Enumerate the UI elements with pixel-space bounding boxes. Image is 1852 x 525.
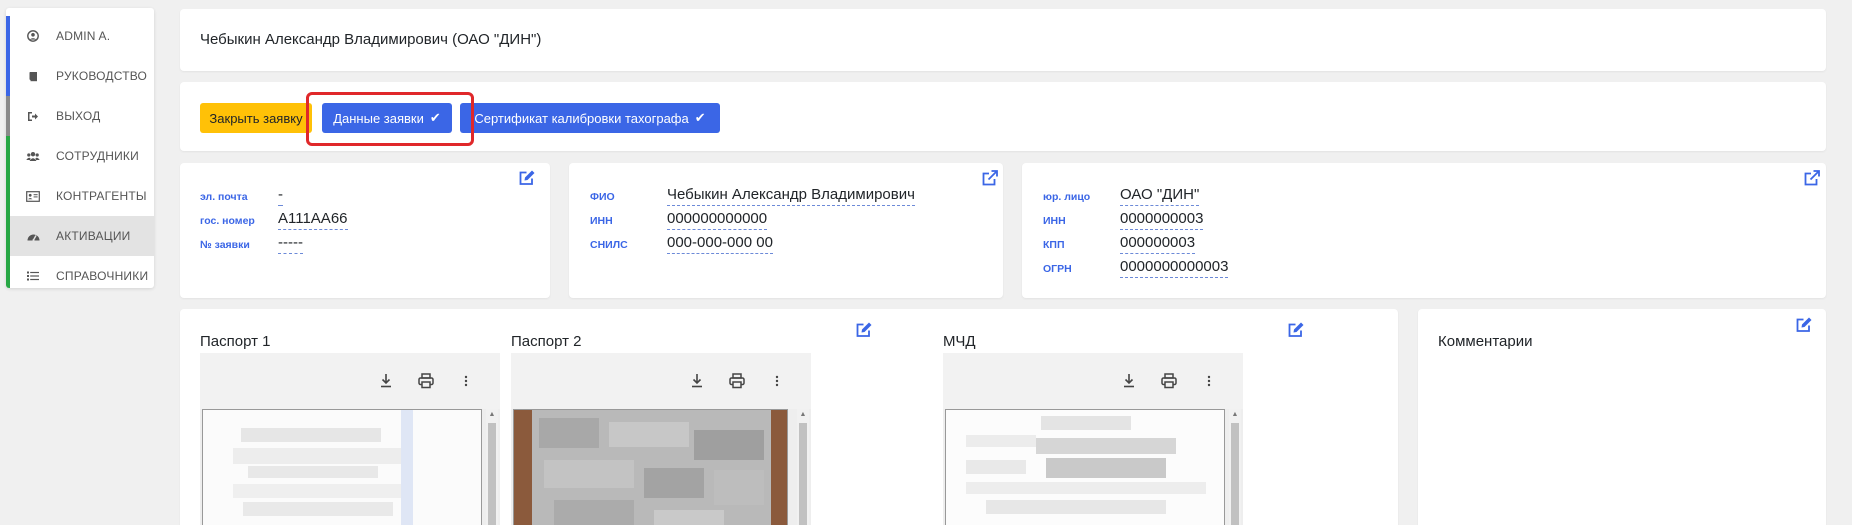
viewer-toolbar [943, 353, 1243, 409]
dashboard-icon [26, 229, 40, 243]
viewer-toolbar [200, 353, 500, 409]
external-link-icon[interactable] [981, 169, 999, 187]
highlight-box [306, 92, 474, 146]
edit-icon[interactable] [518, 169, 536, 187]
sidebar-item-contractors[interactable]: КОНТРАГЕНТЫ [6, 176, 154, 216]
close-request-button[interactable]: Закрыть заявку [200, 103, 312, 133]
snils-label: СНИЛС [590, 239, 628, 251]
book-icon [26, 69, 40, 83]
inn-label: ИНН [590, 215, 613, 227]
passport2-viewer[interactable]: ▲ [511, 353, 811, 525]
edit-icon[interactable] [855, 321, 873, 339]
scroll-up-icon[interactable]: ▲ [797, 409, 809, 421]
sidebar-item-label: РУКОВОДСТВО [56, 69, 148, 83]
request-number-value[interactable]: ----- [278, 234, 303, 254]
sidebar-stripe [6, 56, 10, 96]
sidebar-item-label: ВЫХОД [56, 109, 101, 123]
page-title: Чебыкин Александр Владимирович (ОАО "ДИН… [200, 31, 542, 48]
snils-value[interactable]: 000-000-000 00 [667, 234, 773, 254]
inn-value[interactable]: 000000000000 [667, 210, 768, 230]
print-icon[interactable] [1160, 372, 1178, 390]
passport2-title: Паспорт 2 [511, 333, 582, 350]
sidebar-item-label: ADMIN A. [56, 29, 111, 43]
passport1-viewer[interactable]: ▲ [200, 353, 500, 525]
passport1-page [202, 409, 482, 525]
fio-label: ФИО [590, 191, 615, 203]
sidebar-item-references[interactable]: СПРАВОЧНИКИ [6, 256, 154, 288]
header-card: Чебыкин Александр Владимирович (ОАО "ДИН… [180, 9, 1826, 71]
sidebar-item-guide[interactable]: РУКОВОДСТВО [6, 56, 154, 96]
scrollbar-thumb[interactable] [488, 423, 496, 525]
legal-entity-value[interactable]: ОАО "ДИН" [1120, 186, 1200, 206]
company-inn-value[interactable]: 0000000003 [1120, 210, 1204, 230]
download-icon[interactable] [377, 372, 395, 390]
sidebar-item-activations[interactable]: АКТИВАЦИИ [6, 216, 154, 256]
sidebar-item-employees[interactable]: СОТРУДНИКИ [6, 136, 154, 176]
blurred-document-image [946, 410, 1224, 525]
sidebar-item-label: СПРАВОЧНИКИ [56, 269, 149, 283]
mchd-viewer[interactable]: ▲ [943, 353, 1243, 525]
ogrn-value[interactable]: 0000000000003 [1120, 258, 1229, 278]
fio-value[interactable]: Чебыкин Александр Владимирович [667, 186, 915, 206]
download-icon[interactable] [1120, 372, 1138, 390]
more-icon[interactable] [768, 372, 786, 390]
blurred-document-image [203, 410, 481, 525]
sidebar-item-admin[interactable]: ADMIN A. [6, 16, 154, 56]
comments-title: Комментарии [1438, 333, 1533, 350]
user-circle-icon [26, 29, 40, 43]
scrollbar[interactable]: ▲ [1229, 409, 1241, 525]
certificate-button[interactable]: Сертификат калибровки тахографа ✔ [460, 103, 720, 133]
mchd-page [945, 409, 1225, 525]
external-link-icon[interactable] [1803, 169, 1821, 187]
list-icon [26, 269, 40, 283]
sidebar-stripe [6, 16, 10, 56]
viewer-toolbar [511, 353, 811, 409]
legal-entity-label: юр. лицо [1043, 191, 1091, 203]
scrollbar[interactable]: ▲ [797, 409, 809, 525]
check-icon: ✔ [694, 110, 706, 125]
sidebar-stripe [6, 256, 10, 288]
plate-label: гос. номер [200, 215, 255, 227]
certificate-label: Сертификат калибровки тахографа [474, 110, 689, 126]
scroll-up-icon[interactable]: ▲ [1229, 409, 1241, 421]
person-card [569, 163, 1003, 298]
print-icon[interactable] [728, 372, 746, 390]
kpp-value[interactable]: 000000003 [1120, 234, 1196, 254]
sidebar-item-label: СОТРУДНИКИ [56, 149, 139, 163]
scrollbar[interactable]: ▲ [486, 409, 498, 525]
sidebar-item-label: АКТИВАЦИИ [56, 229, 131, 243]
download-icon[interactable] [688, 372, 706, 390]
id-card-icon [26, 189, 40, 203]
passport2-page [513, 409, 788, 525]
sidebar: ADMIN A. РУКОВОДСТВО ВЫХОД СОТРУДНИКИ КО… [6, 8, 154, 288]
sign-out-icon [26, 109, 40, 123]
print-icon[interactable] [417, 372, 435, 390]
sidebar-item-exit[interactable]: ВЫХОД [6, 96, 154, 136]
more-icon[interactable] [457, 372, 475, 390]
request-info-card [180, 163, 550, 298]
ogrn-label: ОГРН [1043, 263, 1072, 275]
scrollbar-thumb[interactable] [799, 423, 807, 525]
request-number-label: № заявки [200, 239, 250, 251]
sidebar-stripe [6, 136, 10, 176]
plate-value[interactable]: А111АА66 [278, 210, 348, 230]
kpp-label: КПП [1043, 239, 1065, 251]
close-request-label: Закрыть заявку [209, 110, 303, 126]
sidebar-stripe [6, 176, 10, 216]
sidebar-stripe [6, 96, 10, 136]
users-icon [26, 149, 40, 163]
edit-icon[interactable] [1287, 321, 1305, 339]
sidebar-stripe [6, 216, 10, 256]
company-inn-label: ИНН [1043, 215, 1066, 227]
mchd-title: МЧД [943, 333, 976, 350]
more-icon[interactable] [1200, 372, 1218, 390]
blurred-document-image [514, 410, 787, 525]
scroll-up-icon[interactable]: ▲ [486, 409, 498, 421]
edit-icon[interactable] [1795, 316, 1813, 334]
passport1-title: Паспорт 1 [200, 333, 271, 350]
email-value[interactable]: - [278, 186, 283, 206]
email-label: эл. почта [200, 191, 248, 203]
sidebar-item-label: КОНТРАГЕНТЫ [56, 189, 147, 203]
scrollbar-thumb[interactable] [1231, 423, 1239, 525]
